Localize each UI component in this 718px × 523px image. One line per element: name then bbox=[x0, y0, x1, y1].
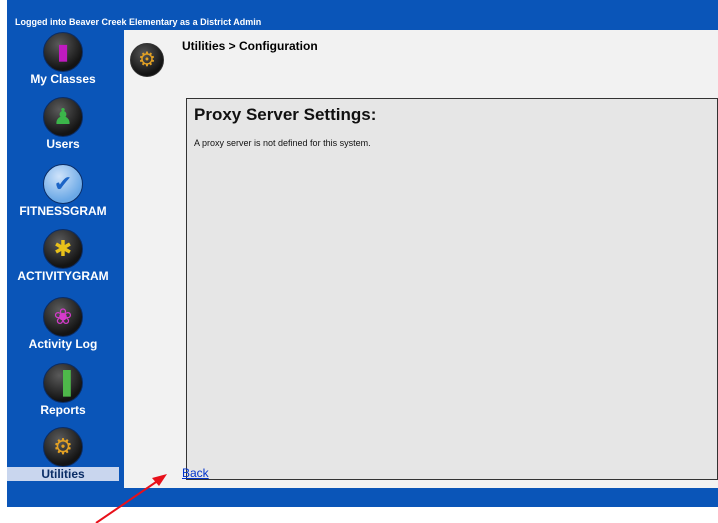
sidebar-item-label: FITNESSGRAM bbox=[19, 204, 107, 218]
sidebar: ▮ My Classes ♟ Users ✔ FITNESSGRAM ✱ ACT… bbox=[7, 30, 119, 482]
sidebar-item-label: ACTIVITYGRAM bbox=[17, 269, 109, 283]
activity-person-icon: ✱ bbox=[43, 229, 83, 269]
top-strip bbox=[7, 0, 718, 8]
main-content: ⚙ Utilities > Configuration Proxy Server… bbox=[124, 30, 718, 488]
sidebar-item-activitygram[interactable]: ✱ ACTIVITYGRAM bbox=[7, 229, 119, 291]
panel-message: A proxy server is not defined for this s… bbox=[194, 138, 371, 148]
sidebar-item-label: My Classes bbox=[30, 72, 96, 86]
proxy-settings-panel: Proxy Server Settings: A proxy server is… bbox=[186, 98, 718, 480]
back-link[interactable]: Back bbox=[182, 466, 209, 480]
sidebar-item-label: Activity Log bbox=[28, 337, 98, 351]
login-banner: Logged into Beaver Creek Elementary as a… bbox=[15, 17, 262, 27]
running-person-icon: ❀ bbox=[43, 297, 83, 337]
gears-icon: ⚙ bbox=[130, 43, 164, 77]
sidebar-item-label: Utilities bbox=[7, 467, 119, 481]
gears-icon: ⚙ bbox=[43, 427, 83, 467]
checkmark-icon: ✔ bbox=[43, 164, 83, 204]
app-frame: Logged into Beaver Creek Elementary as a… bbox=[7, 0, 718, 507]
panel-title: Proxy Server Settings: bbox=[194, 105, 377, 124]
sidebar-item-label: Reports bbox=[40, 403, 86, 417]
phone-icon: ▮ bbox=[43, 32, 83, 72]
breadcrumb: Utilities > Configuration bbox=[182, 39, 318, 53]
sidebar-item-users[interactable]: ♟ Users bbox=[7, 97, 119, 159]
sidebar-item-utilities[interactable]: ⚙ Utilities bbox=[7, 427, 119, 489]
sidebar-item-fitnessgram[interactable]: ✔ FITNESSGRAM bbox=[7, 164, 119, 226]
bar-chart-icon: ▐ bbox=[43, 363, 83, 403]
sidebar-item-my-classes[interactable]: ▮ My Classes bbox=[7, 32, 119, 94]
sidebar-item-label: Users bbox=[46, 137, 80, 151]
user-icon: ♟ bbox=[43, 97, 83, 137]
sidebar-item-reports[interactable]: ▐ Reports bbox=[7, 363, 119, 425]
sidebar-item-activity-log[interactable]: ❀ Activity Log bbox=[7, 297, 119, 359]
